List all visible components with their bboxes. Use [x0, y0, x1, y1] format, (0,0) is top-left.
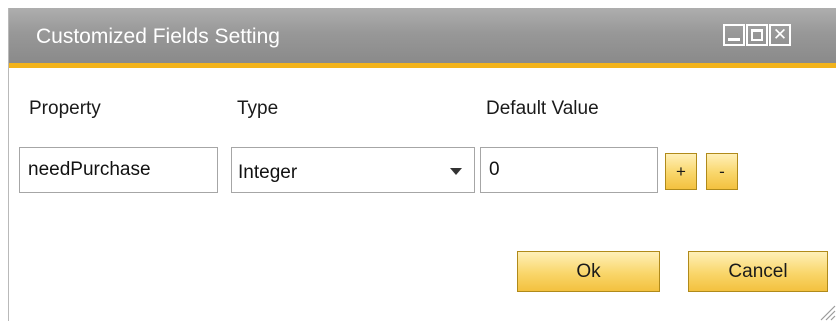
property-input[interactable]: [19, 147, 218, 193]
remove-row-button[interactable]: -: [706, 153, 738, 190]
close-icon: ✕: [772, 25, 788, 45]
dialog-title: Customized Fields Setting: [36, 25, 280, 48]
type-select-value: Integer: [238, 162, 298, 183]
chevron-down-icon[interactable]: [450, 168, 462, 175]
minimize-button[interactable]: [723, 24, 745, 46]
resize-grip-icon[interactable]: [816, 301, 836, 321]
customized-fields-dialog: Customized Fields Setting ✕ Property Typ…: [8, 8, 836, 321]
minimize-icon: [728, 38, 740, 41]
type-select[interactable]: Integer: [231, 147, 475, 193]
type-column-header: Type: [237, 98, 279, 119]
maximize-button[interactable]: [746, 24, 768, 46]
ok-button[interactable]: Ok: [517, 251, 660, 292]
close-button[interactable]: ✕: [769, 24, 791, 46]
title-bar[interactable]: Customized Fields Setting ✕: [9, 8, 836, 68]
property-column-header: Property: [29, 98, 101, 119]
cancel-button[interactable]: Cancel: [688, 251, 828, 292]
add-row-button[interactable]: +: [665, 153, 697, 190]
default-value-input[interactable]: [480, 147, 658, 193]
maximize-icon: [751, 29, 763, 41]
default-value-column-header: Default Value: [486, 98, 599, 119]
